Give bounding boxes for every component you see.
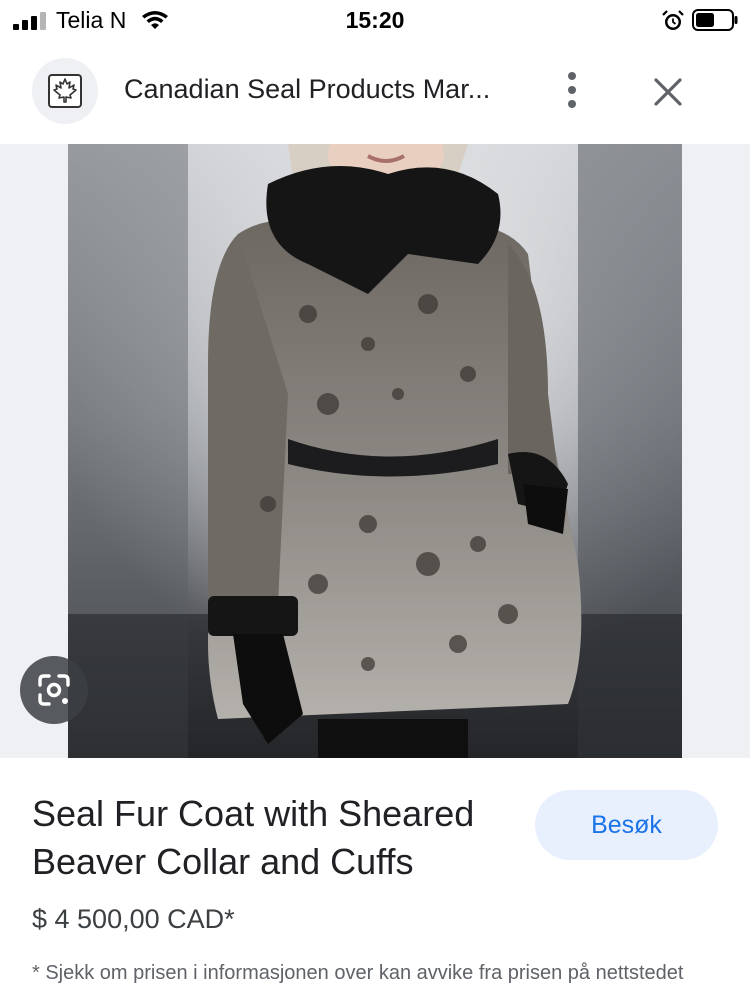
maple-leaf-icon <box>48 74 82 108</box>
product-title: Seal Fur Coat with Sheared Beaver Collar… <box>32 793 475 882</box>
product-price: $ 4 500,00 CAD* <box>32 904 235 934</box>
site-title[interactable]: Canadian Seal Products Mar... <box>124 74 524 105</box>
more-vertical-icon <box>568 72 576 108</box>
product-photo[interactable] <box>68 144 682 758</box>
visit-button[interactable]: Besøk <box>535 790 718 860</box>
page-header: Canadian Seal Products Mar... <box>0 54 750 134</box>
status-bar: Telia N 15:20 <box>0 0 750 44</box>
clock: 15:20 <box>345 7 405 33</box>
alarm-icon <box>662 10 684 30</box>
more-options-button[interactable] <box>556 70 588 110</box>
site-logo[interactable] <box>32 58 98 124</box>
price-disclaimer: * Sjekk om prisen i informasjonen over k… <box>32 962 684 984</box>
google-lens-icon <box>38 674 70 706</box>
image-viewer <box>0 144 750 758</box>
close-button[interactable] <box>648 72 688 112</box>
google-lens-button[interactable] <box>20 656 88 724</box>
close-icon <box>654 78 682 106</box>
battery-icon <box>692 9 738 31</box>
